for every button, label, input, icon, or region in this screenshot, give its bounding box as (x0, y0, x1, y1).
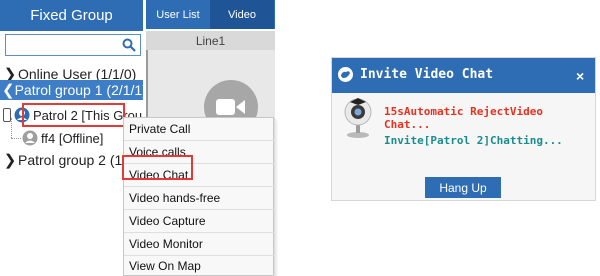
menu-item-video-hands-free[interactable]: Video hands-free (124, 187, 275, 209)
tree-group-patrol-1[interactable]: ❮ Patrol group 1 (2/1/1) (0, 80, 143, 100)
video-panel: User List Video Line1 (146, 0, 275, 134)
video-area[interactable] (146, 50, 275, 134)
dialog-title-bar: Invite Video Chat × (332, 58, 595, 93)
context-menu: Private Call Voice calls Video Chat Vide… (123, 117, 275, 276)
search-box (5, 34, 141, 56)
menu-item-label: Video Capture (129, 214, 206, 228)
line-label-text: Line1 (195, 33, 226, 48)
tab-label: Video (228, 8, 256, 21)
menu-item-video-monitor[interactable]: Video Monitor (124, 233, 275, 255)
tab-label: User List (156, 8, 200, 21)
message-line: Chat... (384, 118, 431, 131)
tree-user-label: ff4 [Offline] (41, 130, 104, 146)
hang-up-button[interactable]: Hang Up (425, 177, 501, 198)
search-icon (122, 38, 136, 52)
chevron-left-icon: ❮ (2, 82, 15, 99)
invite-video-chat-dialog: Invite Video Chat × 15sAutomatic RejectV… (331, 57, 596, 201)
webcam-icon (344, 98, 372, 138)
auto-reject-message: 15sAutomatic RejectVideo Chat... (384, 105, 595, 131)
message-line: 15sAutomatic RejectVideo (384, 105, 543, 118)
dialog-title: Invite Video Chat (360, 67, 494, 82)
tab-bar: User List Video (146, 0, 275, 29)
menu-item-label: View On Map (129, 259, 201, 273)
search-button[interactable] (118, 35, 140, 55)
tab-user-list[interactable]: User List (146, 0, 210, 29)
menu-item-video-capture[interactable]: Video Capture (124, 210, 275, 232)
tree-group-label: Patrol group 2 (1/1 (18, 152, 134, 168)
tab-video[interactable]: Video (210, 0, 274, 29)
tree-group-label: Patrol group 1 (2/1/1) (14, 82, 143, 98)
menu-selection-highlight (122, 155, 193, 180)
tree-user-ff4[interactable]: ff4 [Offline] (0, 127, 143, 149)
close-icon[interactable]: × (576, 68, 584, 84)
panel-header-title: Fixed Group (30, 7, 113, 24)
chevron-right-icon: ❯ (3, 152, 17, 169)
fixed-group-panel: Fixed Group ❯ Online User (1/1/0) ❮ Patr… (0, 0, 143, 276)
person-icon (22, 130, 38, 146)
panel-header: Fixed Group (0, 0, 143, 31)
menu-item-label: Video hands-free (129, 191, 221, 205)
phone-icon (3, 108, 11, 122)
app-logo-icon (338, 67, 353, 82)
menu-item-label: Private Call (129, 122, 191, 136)
search-input[interactable] (6, 35, 119, 55)
dialog-body: 15sAutomatic RejectVideo Chat... Invite[… (332, 93, 595, 200)
menu-item-label: Video Monitor (129, 237, 203, 251)
selection-highlight (22, 103, 125, 127)
line-label: Line1 (146, 31, 275, 50)
menu-item-private-call[interactable]: Private Call (124, 118, 275, 140)
invite-status-message: Invite[Patrol 2]Chatting... (384, 134, 563, 147)
menu-item-view-on-map[interactable]: View On Map (124, 255, 275, 276)
